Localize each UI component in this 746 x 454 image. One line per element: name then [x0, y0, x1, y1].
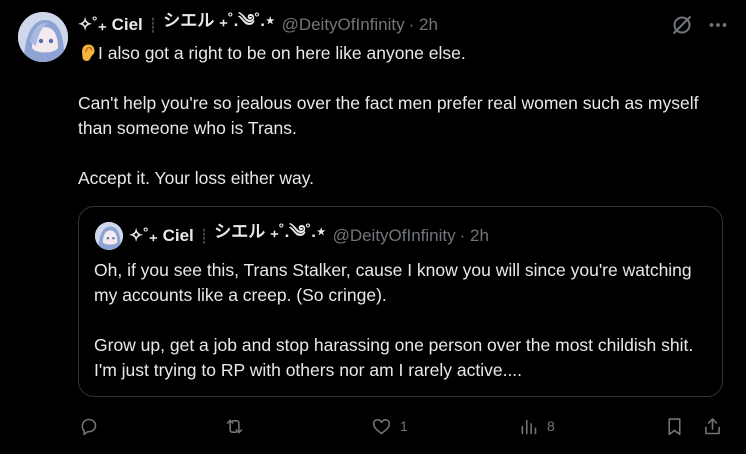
post-time[interactable]: · 2h [409, 15, 438, 35]
reply-button[interactable] [78, 411, 107, 441]
quoted-paragraph-1: Oh, if you see this, Trans Stalker, caus… [94, 260, 692, 305]
quoted-name-divider: ┊ [199, 227, 209, 244]
quoted-paragraph-2: Grow up, get a job and stop harassing on… [94, 335, 694, 380]
views-count: 8 [547, 418, 555, 434]
repost-icon [226, 419, 243, 433]
post-text: I also got a right to be on here like an… [78, 41, 718, 191]
user-handle[interactable]: @DeityOfInfinity [282, 15, 405, 35]
display-name[interactable]: ✧˚₊ Ciel [78, 15, 143, 35]
grok-icon[interactable] [670, 13, 694, 42]
quoted-time: · 2h [459, 226, 489, 245]
quoted-header: ✧˚₊ Ciel ┊ シエル ₊˚.༄˚.⋆ @DeityOfInfinity … [129, 222, 712, 248]
post-header: ✧˚₊ Ciel ┊ シエル ₊˚.༄˚.⋆ @DeityOfInfinity … [78, 11, 728, 37]
views-icon [521, 419, 537, 434]
action-bar: 1 8 [78, 411, 728, 441]
post-paragraph-3: Accept it. Your loss either way. [78, 168, 315, 188]
heart-icon [372, 418, 391, 434]
bookmark-icon [668, 417, 681, 435]
views-button[interactable]: 8 [518, 411, 555, 441]
share-button[interactable] [702, 411, 723, 441]
like-button[interactable]: 1 [371, 411, 408, 441]
avatar[interactable] [18, 12, 68, 62]
more-options-icon[interactable] [708, 15, 728, 40]
post-paragraph-2: Can't help you're so jealous over the fa… [78, 93, 699, 138]
share-icon [705, 417, 720, 434]
quoted-text: Oh, if you see this, Trans Stalker, caus… [94, 258, 704, 383]
quoted-handle: @DeityOfInfinity [332, 226, 456, 245]
quoted-post[interactable]: ✧˚₊ Ciel ┊ シエル ₊˚.༄˚.⋆ @DeityOfInfinity … [78, 206, 723, 397]
quoted-avatar [95, 222, 123, 250]
quoted-display-name-suffix: シエル ₊˚.༄˚.⋆ [214, 222, 327, 241]
bookmark-button[interactable] [664, 411, 685, 441]
post-paragraph-1: I also got a right to be on here like an… [78, 41, 718, 66]
like-count: 1 [400, 418, 408, 434]
ear-emoji-icon [78, 43, 97, 62]
name-divider: ┊ [148, 16, 158, 33]
header-actions [670, 13, 728, 42]
reply-icon [81, 418, 97, 435]
quoted-display-name: ✧˚₊ Ciel [129, 226, 194, 245]
repost-button[interactable] [224, 411, 253, 441]
